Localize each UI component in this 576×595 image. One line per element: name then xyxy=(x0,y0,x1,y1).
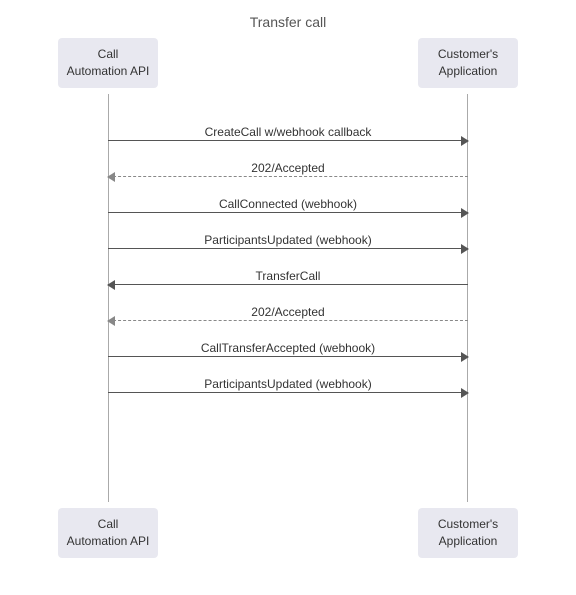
arrow-participants-2-line xyxy=(108,392,468,393)
arrow-transfercall-label: TransferCall xyxy=(108,269,468,283)
arrow-participants-1-label: ParticipantsUpdated (webhook) xyxy=(108,233,468,247)
arrow-202-2-line xyxy=(108,320,468,321)
diagram-title: Transfer call xyxy=(0,0,576,30)
arrow-calltransfer: CallTransferAccepted (webhook) xyxy=(108,336,468,360)
arrow-participants-1: ParticipantsUpdated (webhook) xyxy=(108,228,468,252)
arrow-calltransfer-label: CallTransferAccepted (webhook) xyxy=(108,341,468,355)
arrow-transfercall: TransferCall xyxy=(108,264,468,288)
diagram-container: Transfer call CallAutomation API Custome… xyxy=(0,0,576,595)
arrow-202-2: 202/Accepted xyxy=(108,300,468,324)
actor-right-top: Customer'sApplication xyxy=(418,38,518,88)
arrow-202-1-label: 202/Accepted xyxy=(108,161,468,175)
arrow-202-1: 202/Accepted xyxy=(108,156,468,180)
arrow-calltransfer-line xyxy=(108,356,468,357)
diagram-body: CallAutomation API Customer'sApplication… xyxy=(38,38,538,568)
arrow-202-1-line xyxy=(108,176,468,177)
arrow-participants-2: ParticipantsUpdated (webhook) xyxy=(108,372,468,396)
arrow-202-2-label: 202/Accepted xyxy=(108,305,468,319)
arrow-callconnected: CallConnected (webhook) xyxy=(108,192,468,216)
actor-left-bottom: CallAutomation API xyxy=(58,508,158,558)
actor-right-bottom: Customer'sApplication xyxy=(418,508,518,558)
arrow-participants-1-line xyxy=(108,248,468,249)
actor-left-top: CallAutomation API xyxy=(58,38,158,88)
arrow-createcall: CreateCall w/webhook callback xyxy=(108,120,468,144)
arrow-createcall-label: CreateCall w/webhook callback xyxy=(108,125,468,139)
arrow-transfercall-line xyxy=(108,284,468,285)
arrow-callconnected-label: CallConnected (webhook) xyxy=(108,197,468,211)
arrow-callconnected-line xyxy=(108,212,468,213)
arrow-participants-2-label: ParticipantsUpdated (webhook) xyxy=(108,377,468,391)
arrow-createcall-line xyxy=(108,140,468,141)
